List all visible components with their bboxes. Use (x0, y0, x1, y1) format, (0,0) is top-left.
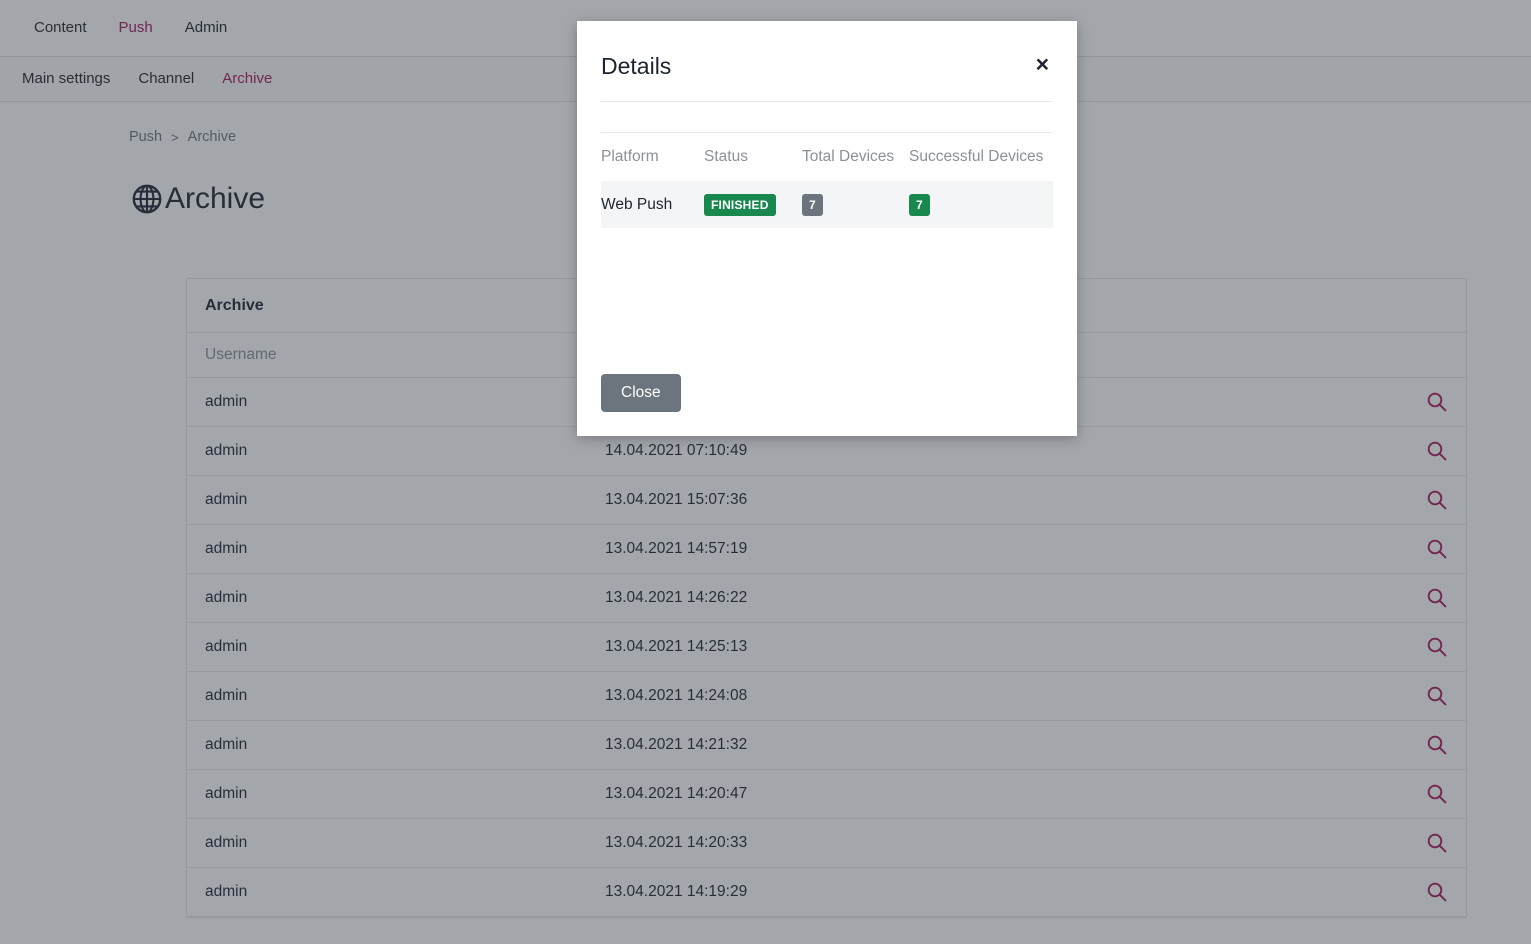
details-cell-status: FINISHED (704, 180, 802, 229)
successful-devices-badge: 7 (909, 193, 930, 216)
details-table: Platform Status Total Devices Successful… (601, 133, 1053, 229)
modal-divider-top (601, 101, 1053, 102)
details-column-total-devices: Total Devices (802, 148, 895, 165)
close-button[interactable]: Close (601, 374, 681, 412)
details-modal: Details × Platform Status Total Devices … (577, 21, 1077, 436)
details-column-platform: Platform (601, 148, 659, 165)
modal-footer: Close (577, 374, 1077, 436)
modal-body: Platform Status Total Devices Successful… (577, 82, 1077, 374)
status-badge: FINISHED (704, 193, 776, 216)
total-devices-badge: 7 (802, 193, 823, 216)
details-column-successful-devices: Successful Devices (909, 148, 1044, 165)
modal-header: Details × (577, 21, 1077, 82)
details-cell-platform: Web Push (601, 180, 704, 229)
details-cell-successful-devices: 7 (909, 180, 1053, 229)
details-table-header-row: Platform Status Total Devices Successful… (601, 133, 1053, 181)
details-cell-total-devices: 7 (802, 180, 909, 229)
close-icon[interactable]: × (1032, 47, 1053, 82)
details-row: Web Push FINISHED 7 7 (601, 180, 1053, 229)
details-column-status: Status (704, 148, 748, 165)
modal-title: Details (601, 53, 672, 79)
details-table-body: Web Push FINISHED 7 7 (601, 180, 1053, 229)
